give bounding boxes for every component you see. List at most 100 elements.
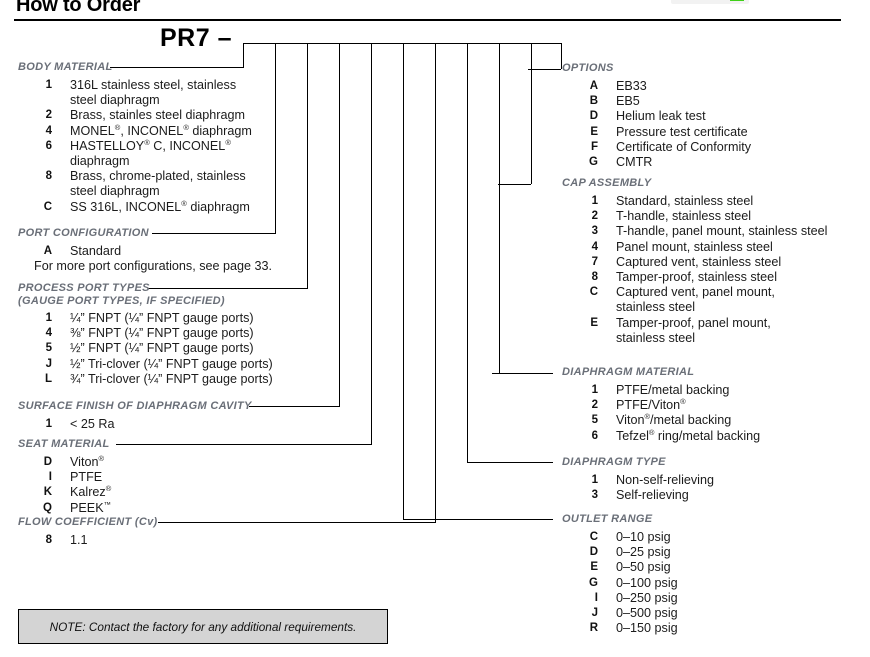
leader-process-port-types-vertical <box>307 44 308 289</box>
option-code: 8 <box>45 534 52 546</box>
section-flow-coefficient: FLOW COEFFICIENT (Cv) 8 1.1 <box>18 516 158 548</box>
leader-diaphragm-type-vertical <box>467 44 468 462</box>
option-row: C SS 316L, INCONEL® diaphragm <box>18 198 252 215</box>
option-code: 3 <box>591 225 598 238</box>
option-description: PTFE/Viton® <box>616 397 686 413</box>
section-body-material: BODY MATERIAL 1 316L stainless steel, st… <box>18 61 252 215</box>
option-description: Tefzel® ring/metal backing <box>616 427 761 443</box>
section-subtitle-process-port-types: (GAUGE PORT TYPES, IF SPECIFIED) <box>18 295 225 307</box>
leader-options-horizontal <box>528 69 561 70</box>
leader-outlet-range-horizontal <box>403 519 553 520</box>
option-description: T-handle, panel mount, stainless steel <box>616 224 828 239</box>
option-code: 2 <box>591 399 598 412</box>
option-description: 0–10 psig <box>616 530 671 544</box>
option-row: J 0–500 psig <box>562 606 678 621</box>
option-row: G CMTR <box>562 155 751 170</box>
option-description: SS 316L, INCONEL® diaphragm <box>70 198 250 214</box>
option-description: PTFE/metal backing <box>616 383 730 397</box>
leader-flow-coefficient-vertical <box>435 44 436 523</box>
option-row: A EB33 <box>562 79 751 94</box>
option-list-diaphragm-type: 1 Non-self-relieving 3 Self-relieving <box>562 473 714 503</box>
logo-accent-mark <box>730 0 744 1</box>
section-surface-finish: SURFACE FINISH OF DIAPHRAGM CAVITY 1 < 2… <box>18 400 252 432</box>
option-code: J <box>45 357 52 370</box>
option-description: MONEL®, INCONEL® diaphragm <box>70 122 252 138</box>
option-description: 0–100 psig <box>616 575 678 590</box>
option-row: 1 < 25 Ra <box>18 417 252 432</box>
option-description: 0–250 psig <box>616 590 678 605</box>
option-description: CMTR <box>616 155 653 170</box>
leader-surface-finish-vertical <box>339 44 340 407</box>
note-box: NOTE: Contact the factory for any additi… <box>18 609 388 644</box>
option-row: C Captured vent, panel mount, stainless … <box>562 285 827 315</box>
section-process-port-types: PROCESS PORT TYPES (GAUGE PORT TYPES, IF… <box>18 282 273 387</box>
option-list-diaphragm-material: 1 PTFE/metal backing 2 PTFE/Viton® 5 Vit… <box>562 383 761 444</box>
option-code: 1 <box>591 195 598 207</box>
option-list-seat-material: D Viton® I PTFE K Kalrez® Q PEEK™ <box>18 455 111 516</box>
option-row: 2 Brass, stainles steel diaphragm <box>18 108 252 123</box>
option-row: 3 Self-relieving <box>562 488 714 503</box>
section-title-surface-finish: SURFACE FINISH OF DIAPHRAGM CAVITY <box>18 400 252 412</box>
option-row: 8 1.1 <box>18 533 158 548</box>
option-code: 2 <box>591 210 598 223</box>
section-outlet-range: OUTLET RANGE C 0–10 psig D 0–25 psig E 0… <box>562 513 678 636</box>
option-description: PEEK™ <box>70 499 112 515</box>
option-code: A <box>589 80 598 92</box>
option-row: 8 Brass, chrome-plated, stainless steel … <box>18 169 252 199</box>
option-description: Non-self-relieving <box>616 473 714 487</box>
option-code: D <box>589 546 598 559</box>
leader-seat-material-vertical <box>371 44 372 445</box>
option-description: ¾” Tri-clover (¼” FNPT gauge ports) <box>70 371 273 386</box>
leader-flow-coefficient-horizontal <box>158 522 435 523</box>
option-row: Q PEEK™ <box>18 499 112 516</box>
option-row: 1 Non-self-relieving <box>562 473 714 488</box>
option-code: Q <box>43 501 52 514</box>
option-row: C 0–10 psig <box>562 530 678 545</box>
option-code: 1 <box>45 418 52 430</box>
option-code: 6 <box>591 429 598 442</box>
option-code: 3 <box>591 489 598 502</box>
leader-seat-material-horizontal <box>116 444 371 445</box>
option-description: 1.1 <box>70 533 88 547</box>
option-description: Standard <box>70 244 122 258</box>
leader-outlet-range-vertical <box>403 44 404 519</box>
option-row: D 0–25 psig <box>562 545 678 560</box>
option-row: F Certificate of Conformity <box>562 140 751 155</box>
option-code: 1 <box>45 79 52 91</box>
option-code: C <box>589 531 598 543</box>
option-code: E <box>590 561 598 574</box>
section-title-process-port-types: PROCESS PORT TYPES <box>18 282 150 294</box>
option-description: T-handle, stainless steel <box>616 209 752 224</box>
connector-rail <box>243 43 561 44</box>
option-list-outlet-range: C 0–10 psig D 0–25 psig E 0–50 psig G 0–… <box>562 530 678 636</box>
option-row: L ¾” Tri-clover (¼” FNPT gauge ports) <box>18 372 273 387</box>
option-row: R 0–150 psig <box>562 621 678 636</box>
section-cap-assembly: CAP ASSEMBLY 1 Standard, stainless steel… <box>562 177 827 346</box>
option-description: Pressure test certificate <box>616 124 748 139</box>
option-row: 3 T-handle, panel mount, stainless steel <box>562 224 828 239</box>
option-description: Brass, chrome-plated, stainless steel di… <box>70 169 246 199</box>
option-code: C <box>589 286 598 299</box>
option-description: 0–25 psig <box>616 545 671 560</box>
option-description: ¼” FNPT (¼” FNPT gauge ports) <box>70 311 254 325</box>
option-row: 2 T-handle, stainless steel <box>562 209 827 224</box>
option-row: E Tamper-proof, panel mount, stainless s… <box>562 316 827 346</box>
option-code: 8 <box>45 170 52 183</box>
option-list-body-material: 1 316L stainless steel, stainless steel … <box>18 78 252 215</box>
section-diaphragm-type: DIAPHRAGM TYPE 1 Non-self-relieving 3 Se… <box>562 456 714 503</box>
option-description: EB5 <box>616 94 640 109</box>
option-code: L <box>44 372 52 385</box>
option-description: Helium leak test <box>616 109 706 124</box>
option-code: 1 <box>591 474 598 486</box>
section-options: OPTIONS A EB33 B EB5 D Helium leak test … <box>562 62 751 170</box>
option-description: HASTELLOY® C, INCONEL® diaphragm <box>70 137 231 169</box>
option-list-cap-assembly: 1 Standard, stainless steel 2 T-handle, … <box>562 194 828 346</box>
leader-cap-assembly-horizontal <box>498 184 531 185</box>
option-code: I <box>48 471 52 484</box>
note-text: NOTE: Contact the factory for any additi… <box>49 619 357 634</box>
option-row: 4 MONEL®, INCONEL® diaphragm <box>18 122 252 139</box>
option-row: J ½” Tri-clover (¼” FNPT gauge ports) <box>18 357 273 372</box>
section-title-body-material: BODY MATERIAL <box>18 61 113 73</box>
option-code: C <box>43 200 52 213</box>
option-code: 2 <box>45 109 52 122</box>
